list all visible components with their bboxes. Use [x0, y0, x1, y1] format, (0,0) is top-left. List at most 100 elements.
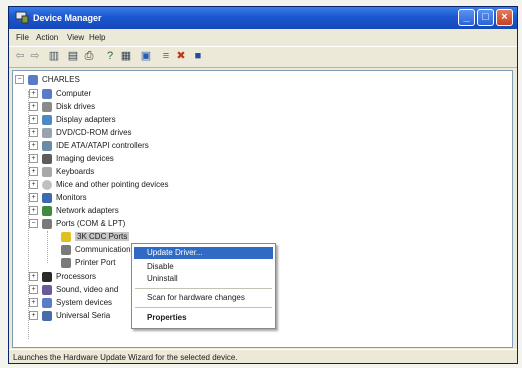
toolbar: ⇦ ⇨ ▥ ▤ ⎙ ? ▦ ▣ ≡ ✖ ■: [9, 46, 517, 68]
tree-item-mice[interactable]: + Mice and other pointing devices: [29, 178, 169, 191]
keyboard-icon: [42, 166, 52, 177]
window-title: Device Manager: [33, 13, 102, 23]
tree-item-label: DVD/CD-ROM drives: [56, 128, 132, 137]
tree-item-label: IDE ATA/ATAPI controllers: [56, 141, 149, 150]
minimize-icon: _: [463, 11, 470, 23]
expand-icon[interactable]: +: [29, 102, 38, 111]
back-icon[interactable]: ⇦: [13, 50, 27, 63]
tree-root-label: CHARLES: [42, 75, 80, 84]
update-driver-item[interactable]: Update Driver...: [134, 247, 273, 259]
forward-icon[interactable]: ⇨: [28, 50, 42, 63]
tree-item-dvd-cdrom[interactable]: + DVD/CD-ROM drives: [29, 126, 132, 139]
tree-item-keyboards[interactable]: + Keyboards: [29, 165, 94, 178]
expand-icon[interactable]: +: [29, 206, 38, 215]
update-driver-icon[interactable]: ≡: [159, 50, 173, 63]
scan-hardware-item[interactable]: Scan for hardware changes: [134, 292, 273, 304]
tree-item-usb[interactable]: + Universal Seria: [29, 309, 110, 322]
tree-guide-line: [47, 231, 48, 263]
tree-item-label: Communications: [75, 245, 135, 254]
network-adapter-icon: [42, 205, 52, 216]
scan-hardware-icon[interactable]: ▣: [139, 50, 153, 63]
camera-icon: [42, 153, 52, 164]
disable-icon[interactable]: ■: [191, 50, 205, 63]
collapse-icon[interactable]: −: [29, 219, 38, 228]
speaker-icon: [42, 284, 52, 295]
tree-item-label: 3K CDC Ports: [75, 232, 130, 241]
tree-item-processors[interactable]: + Processors: [29, 270, 96, 283]
tree-item-label: System devices: [56, 298, 113, 307]
expand-icon[interactable]: +: [29, 141, 38, 150]
tree-item-label: Disk drives: [56, 102, 96, 111]
expand-icon[interactable]: +: [29, 154, 38, 163]
tree-item-ports[interactable]: − Ports (COM & LPT): [29, 217, 125, 230]
tree-item-label: Imaging devices: [56, 154, 114, 163]
disable-item[interactable]: Disable: [134, 261, 273, 273]
title-bar[interactable]: Device Manager _ □ ×: [9, 7, 517, 29]
tree-item-ide-controllers[interactable]: + IDE ATA/ATAPI controllers: [29, 139, 149, 152]
tree-item-sound-video[interactable]: + Sound, video and: [29, 283, 118, 296]
maximize-button[interactable]: □: [477, 9, 494, 26]
tree-item-communications[interactable]: Communications: [61, 243, 135, 256]
minimize-button[interactable]: _: [458, 9, 475, 26]
tree-item-label: Processors: [56, 272, 97, 281]
expand-icon[interactable]: +: [29, 115, 38, 124]
device-manager-window: Device Manager _ □ × File Action View He…: [8, 6, 518, 364]
tree-item-computer[interactable]: + Computer: [29, 87, 91, 100]
properties-icon[interactable]: ▤: [66, 50, 80, 63]
view-icon[interactable]: ▦: [119, 50, 133, 63]
menu-bar: File Action View Help: [9, 30, 517, 45]
tree-item-imaging-devices[interactable]: + Imaging devices: [29, 152, 114, 165]
tree-item-label: Sound, video and: [56, 285, 119, 294]
tree-root[interactable]: − CHARLES: [15, 73, 80, 86]
tree-item-monitors[interactable]: + Monitors: [29, 191, 87, 204]
expand-icon[interactable]: +: [29, 167, 38, 176]
expand-icon[interactable]: +: [29, 193, 38, 202]
display-adapter-icon: [42, 114, 52, 125]
system-device-icon: [42, 297, 52, 308]
tree-item-system-devices[interactable]: + System devices: [29, 296, 112, 309]
close-button[interactable]: ×: [496, 9, 513, 26]
menu-separator: [135, 288, 272, 289]
tree-item-cdc-ports[interactable]: 3K CDC Ports: [61, 230, 130, 243]
tree-item-label: Keyboards: [56, 167, 95, 176]
expand-icon[interactable]: +: [29, 180, 38, 189]
warning-icon: [61, 231, 71, 242]
menu-view[interactable]: View: [67, 33, 84, 42]
uninstall-item[interactable]: Uninstall: [134, 273, 273, 285]
tree-item-label: Computer: [56, 89, 92, 98]
close-icon: ×: [501, 11, 508, 23]
disk-drive-icon: [42, 101, 52, 112]
menu-file[interactable]: File: [16, 33, 29, 42]
help-icon[interactable]: ?: [103, 50, 117, 63]
print-icon[interactable]: ⎙: [82, 50, 96, 63]
tree-item-label: Mice and other pointing devices: [56, 180, 169, 189]
expand-icon[interactable]: +: [29, 285, 38, 294]
menu-help[interactable]: Help: [89, 33, 105, 42]
dvd-drive-icon: [42, 127, 52, 138]
tree-item-label: Ports (COM & LPT): [56, 219, 126, 228]
usb-icon: [42, 310, 52, 321]
expand-icon[interactable]: +: [29, 89, 38, 98]
tree-item-label: Network adapters: [56, 206, 119, 215]
maximize-icon: □: [482, 11, 489, 23]
uninstall-icon[interactable]: ✖: [174, 50, 188, 63]
tree-item-label: Universal Seria: [56, 311, 111, 320]
menu-action[interactable]: Action: [36, 33, 58, 42]
tree-item-display-adapters[interactable]: + Display adapters: [29, 113, 116, 126]
expand-icon[interactable]: +: [29, 311, 38, 320]
tree-item-network-adapters[interactable]: + Network adapters: [29, 204, 119, 217]
tree-item-label: Printer Port: [75, 258, 116, 267]
collapse-icon[interactable]: −: [15, 75, 24, 84]
port-icon: [61, 244, 71, 255]
tree-item-disk-drives[interactable]: + Disk drives: [29, 100, 95, 113]
expand-icon[interactable]: +: [29, 128, 38, 137]
expand-icon[interactable]: +: [29, 272, 38, 281]
device-manager-icon: [15, 11, 29, 24]
properties-item[interactable]: Properties: [134, 312, 273, 324]
computer-icon: [42, 88, 52, 99]
computer-icon: [28, 74, 38, 85]
expand-icon[interactable]: +: [29, 298, 38, 307]
show-hide-tree-icon[interactable]: ▥: [47, 50, 61, 63]
tree-item-printer-port[interactable]: Printer Port: [61, 256, 115, 269]
tree-item-label: Monitors: [56, 193, 87, 202]
